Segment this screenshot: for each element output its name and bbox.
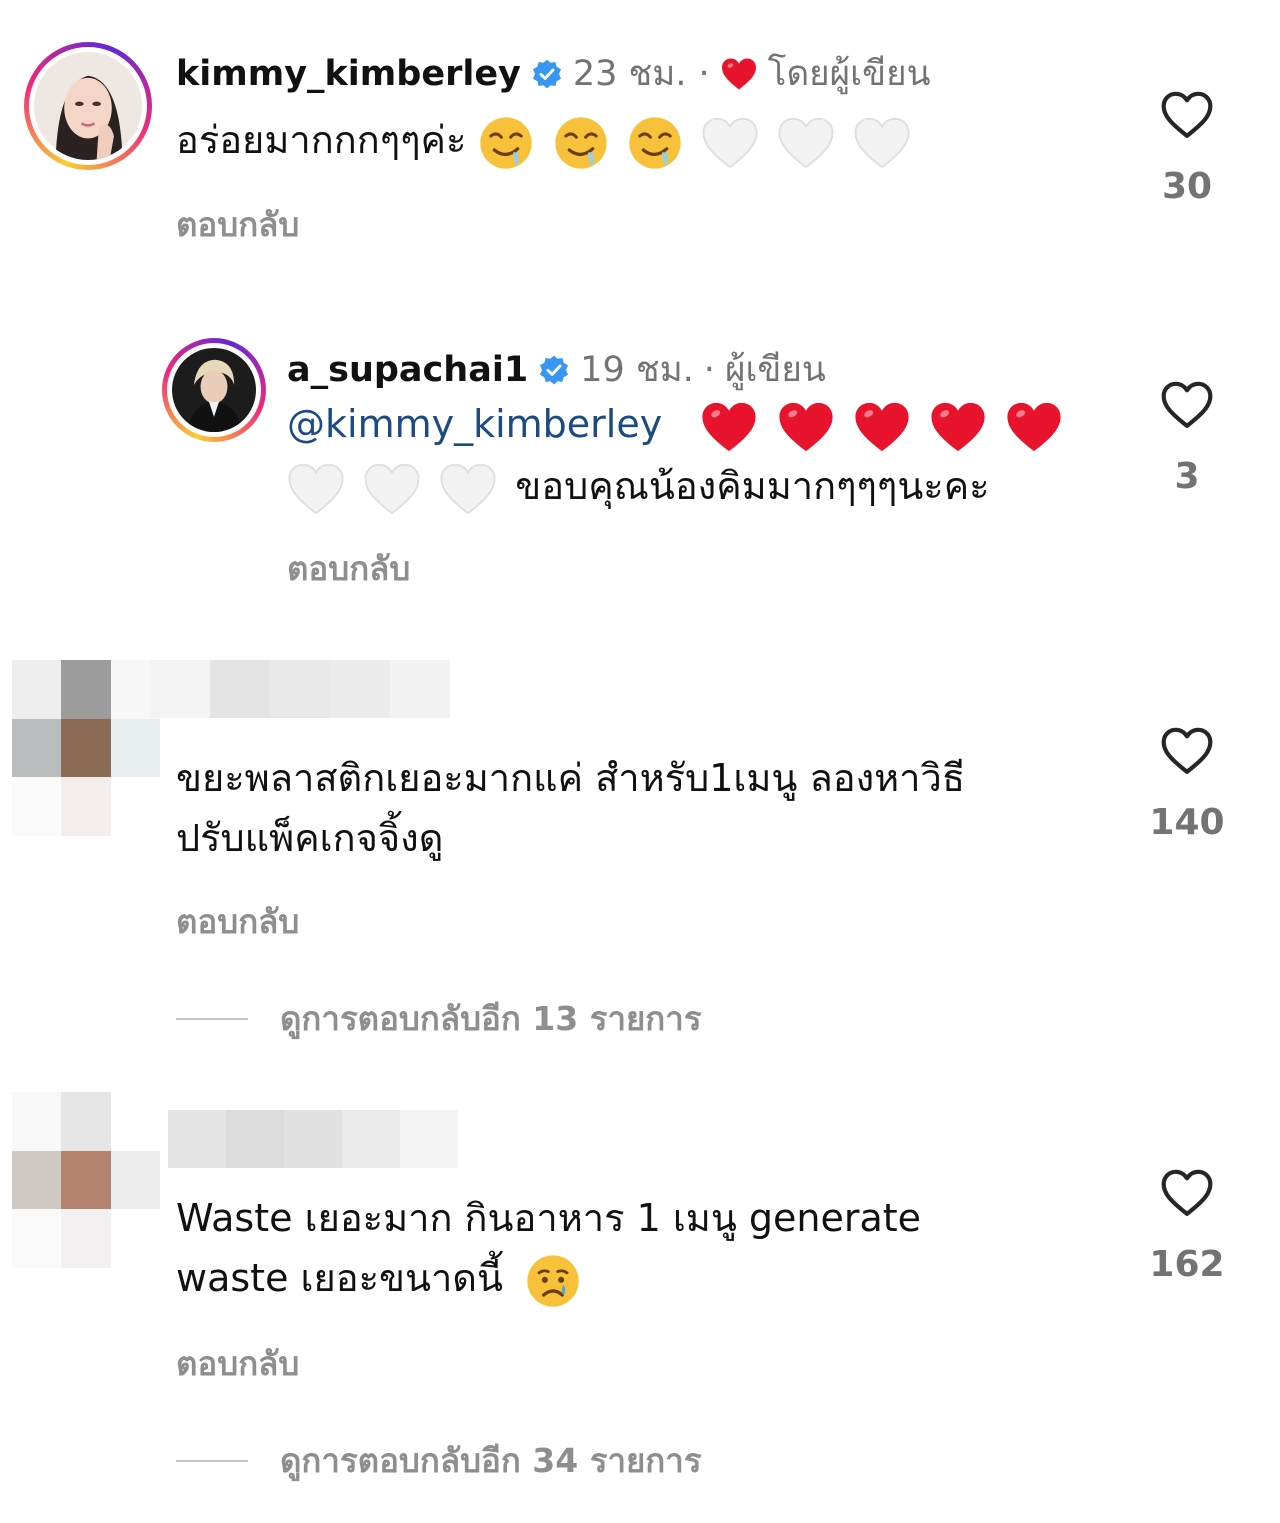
drooling-face-emoji [553, 115, 609, 171]
red-heart-emoji [853, 400, 911, 454]
comment-item: kimmy_kimberley 23 ชม. · โดยผู้เขียน อร่… [0, 0, 1280, 280]
comment-text: ขยะพลาสติกเยอะมากแค่ สำหรับ1เมนู ลองหาวิ… [176, 756, 966, 800]
comment-header: a_supachai1 19 ชม. · ผู้เขียน [287, 342, 826, 397]
avatar-blurred[interactable] [12, 660, 160, 836]
comment-item: ขยะพลาสติกเยอะมากแค่ สำหรับ1เมนู ลองหาวิ… [0, 640, 1280, 1060]
like-count: 30 [1161, 166, 1213, 207]
comment-text-line2: waste เยอะขนาดนี้ [176, 1248, 587, 1309]
reply-button[interactable]: ตอบกลับ [176, 895, 299, 948]
white-heart-emoji [287, 462, 345, 516]
comment-text-content: ขอบคุณน้องคิมมากๆๆๆนะคะ [515, 464, 990, 508]
like-column: 30 [1127, 88, 1247, 207]
view-replies-button[interactable]: ดูการตอบกลับอีก 34 รายการ [176, 1434, 702, 1487]
timestamp: 23 ชม. [572, 54, 687, 94]
separator: · [703, 349, 715, 390]
comment-text: อร่อยมากกกๆๆค่ะ [176, 110, 917, 171]
avatar[interactable] [162, 338, 266, 442]
comment-text: Waste เยอะมาก กินอาหาร 1 เมนู generate [176, 1196, 922, 1240]
username[interactable]: kimmy_kimberley [176, 54, 521, 94]
author-label: ผู้เขียน [724, 350, 826, 390]
mention-link[interactable]: @kimmy_kimberley [287, 402, 662, 446]
divider [176, 1459, 248, 1462]
heart-outline-icon[interactable] [1159, 724, 1215, 780]
white-heart-emoji [853, 116, 911, 170]
username-blurred[interactable] [168, 1110, 458, 1168]
drooling-face-emoji [627, 115, 683, 171]
comment-item: Waste เยอะมาก กินอาหาร 1 เมนู generate w… [0, 1080, 1280, 1520]
crying-face-emoji [525, 1253, 581, 1309]
avatar-blurred[interactable] [12, 1092, 160, 1268]
comment-text-content: waste เยอะขนาดนี้ [176, 1256, 503, 1300]
username[interactable]: a_supachai1 [287, 350, 528, 390]
view-replies-label: ดูการตอบกลับอีก 34 รายการ [280, 1441, 702, 1480]
like-column: 140 [1127, 724, 1247, 843]
avatar-photo [172, 348, 256, 432]
avatar-photo [34, 52, 142, 160]
white-heart-emoji [439, 462, 497, 516]
like-column: 3 [1127, 378, 1247, 497]
comment-header: kimmy_kimberley 23 ชม. · โดยผู้เขียน [176, 46, 931, 101]
red-heart-emoji [1005, 400, 1063, 454]
username-blurred[interactable] [150, 660, 450, 718]
divider [176, 1017, 248, 1020]
avatar[interactable] [24, 42, 152, 170]
heart-outline-icon[interactable] [1159, 1166, 1215, 1222]
view-replies-label: ดูการตอบกลับอีก 13 รายการ [280, 999, 702, 1038]
comment-text-line2: ขอบคุณน้องคิมมากๆๆๆนะคะ [287, 456, 990, 516]
verified-badge-icon [531, 58, 563, 90]
heart-outline-icon[interactable] [1159, 378, 1215, 434]
like-count: 162 [1149, 1244, 1225, 1285]
red-heart-emoji [700, 400, 758, 454]
reply-button[interactable]: ตอบกลับ [176, 1337, 299, 1390]
view-replies-button[interactable]: ดูการตอบกลับอีก 13 รายการ [176, 992, 702, 1045]
author-liked-heart-icon [720, 57, 758, 91]
author-liked-label: โดยผู้เขียน [767, 54, 931, 94]
heart-outline-icon[interactable] [1159, 88, 1215, 144]
like-column: 162 [1127, 1166, 1247, 1285]
reply-button[interactable]: ตอบกลับ [287, 542, 410, 595]
verified-badge-icon [538, 354, 570, 386]
red-heart-emoji [929, 400, 987, 454]
comment-text: @kimmy_kimberley [287, 394, 1069, 454]
white-heart-emoji [701, 116, 759, 170]
like-count: 3 [1174, 456, 1200, 497]
reply-button[interactable]: ตอบกลับ [176, 198, 299, 251]
reply-item: a_supachai1 19 ชม. · ผู้เขียน @kimmy_kim… [0, 320, 1280, 600]
timestamp: 19 ชม. [580, 350, 694, 390]
drooling-face-emoji [478, 115, 534, 171]
separator: · [698, 53, 710, 94]
white-heart-emoji [363, 462, 421, 516]
comment-text-content: อร่อยมากกกๆๆค่ะ [176, 118, 467, 162]
comment-text-line2: ปรับแพ็คเกจจิ้งดู [176, 816, 444, 860]
red-heart-emoji [777, 400, 835, 454]
white-heart-emoji [777, 116, 835, 170]
like-count: 140 [1149, 802, 1225, 843]
